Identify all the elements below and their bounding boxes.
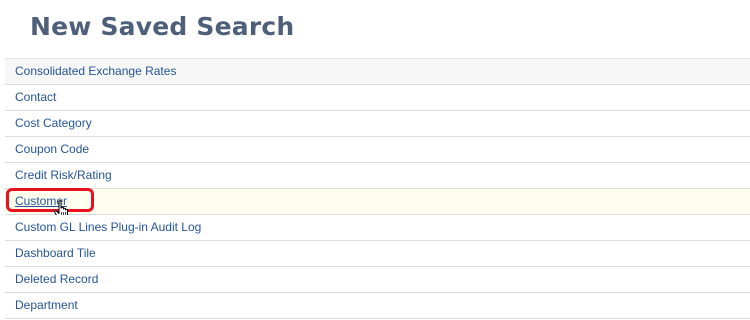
list-item: Custom GL Lines Plug-in Audit Log [5, 215, 750, 241]
record-link-custom-gl-lines-plugin-audit-log[interactable]: Custom GL Lines Plug-in Audit Log [15, 220, 201, 234]
record-link-coupon-code[interactable]: Coupon Code [15, 142, 89, 156]
record-type-list: Consolidated Exchange Rates Contact Cost… [5, 58, 750, 319]
list-item: Contact [5, 85, 750, 111]
list-item: Customer [5, 188, 750, 220]
record-link-contact[interactable]: Contact [15, 90, 56, 104]
record-link-dashboard-tile[interactable]: Dashboard Tile [15, 246, 96, 260]
record-link-cost-category[interactable]: Cost Category [15, 116, 92, 130]
record-link-department[interactable]: Department [15, 298, 78, 312]
list-item: Cost Category [5, 111, 750, 137]
record-link-customer[interactable]: Customer [15, 194, 67, 208]
list-item: Department [5, 293, 750, 319]
list-item: Consolidated Exchange Rates [5, 59, 750, 85]
page-title: New Saved Search [30, 12, 295, 41]
record-link-consolidated-exchange-rates[interactable]: Consolidated Exchange Rates [15, 64, 176, 78]
list-item: Dashboard Tile [5, 241, 750, 267]
list-item: Credit Risk/Rating [5, 163, 750, 189]
list-item: Coupon Code [5, 137, 750, 163]
record-link-credit-risk-rating[interactable]: Credit Risk/Rating [15, 168, 112, 182]
list-item: Deleted Record [5, 267, 750, 293]
record-link-deleted-record[interactable]: Deleted Record [15, 272, 98, 286]
